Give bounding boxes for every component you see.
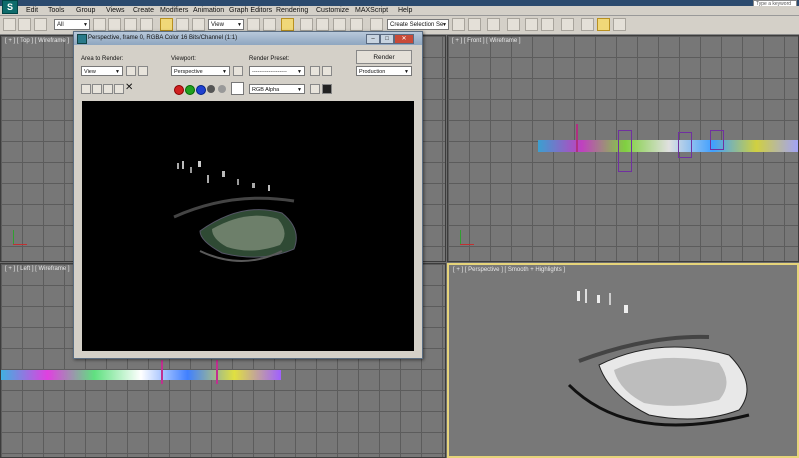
blue-channel-toggle[interactable] [196,85,206,95]
lock-viewport-icon[interactable] [233,66,243,76]
rotate-icon[interactable] [176,18,189,31]
viewport-label: Viewport: [171,56,196,62]
viewport-top-label[interactable]: [ + ] [ Top ] [ Wireframe ] [5,38,69,44]
save-image-icon[interactable] [81,84,91,94]
rect-selection-icon[interactable] [124,18,137,31]
left-scene-tower [161,360,163,384]
edit-region-icon[interactable] [126,66,136,76]
minimize-button[interactable]: – [366,34,380,44]
menu-maxscript[interactable]: MAXScript [355,6,388,15]
auto-region-icon[interactable] [138,66,148,76]
display-channel-dropdown[interactable]: RGB Alpha ▼ [249,84,305,94]
select-manipulate-icon[interactable] [263,18,276,31]
menu-modifiers[interactable]: Modifiers [160,6,188,15]
snap-toggle-icon[interactable] [300,18,313,31]
green-channel-toggle[interactable] [185,85,195,95]
graphite-tools-icon[interactable] [507,18,520,31]
menu-create[interactable]: Create [133,6,154,15]
monochrome-toggle[interactable] [218,85,226,93]
menu-help[interactable]: Help [398,6,412,15]
environment-icon[interactable] [322,66,332,76]
render-preset-label: Render Preset: [249,56,290,62]
angle-snap-icon[interactable] [316,18,329,31]
perspective-scene [567,289,750,427]
schematic-view-icon[interactable] [541,18,554,31]
curve-editor-icon[interactable] [525,18,538,31]
align-icon[interactable] [468,18,481,31]
axis-y-icon [13,230,14,244]
render-canvas[interactable] [82,101,414,351]
render-button[interactable]: Render [356,50,412,64]
edit-named-selection-icon[interactable] [370,18,383,31]
menu-edit[interactable]: Edit [26,6,38,15]
reference-coordinate-dropdown[interactable]: View ▼ [208,19,244,30]
render-production-icon[interactable] [613,18,626,31]
viewport-perspective[interactable]: [ + ] [ Perspective ] [ Smooth + Highlig… [447,263,799,458]
toggle-ui-icon[interactable] [322,84,332,94]
menu-tools[interactable]: Tools [48,6,64,15]
dialog-title-bar[interactable]: Perspective, frame 0, RGBA Color 16 Bits… [74,32,422,45]
front-scene-frame-2 [678,132,692,158]
mirror-icon[interactable] [452,18,465,31]
select-by-name-icon[interactable] [108,18,121,31]
viewport-front-label[interactable]: [ + ] [ Front ] [ Wireframe ] [452,38,521,44]
spinner-snap-icon[interactable] [350,18,363,31]
menu-customize[interactable]: Customize [316,6,349,15]
window-crossing-icon[interactable] [140,18,153,31]
undo-icon[interactable] [3,18,16,31]
menu-views[interactable]: Views [106,6,125,15]
alpha-channel-toggle[interactable] [207,85,215,93]
app-logo-icon[interactable]: S [2,0,18,14]
named-selection-dropdown[interactable]: Create Selection Se ▼ [387,19,449,30]
copy-image-icon[interactable] [92,84,102,94]
render-frame-icon [77,34,87,44]
viewport-left-label[interactable]: [ + ] [ Left ] [ Wireframe ] [5,266,70,272]
front-scene-frame [618,130,632,172]
viewport-front[interactable]: [ + ] [ Front ] [ Wireframe ] [447,35,799,262]
close-button[interactable]: ✕ [394,34,414,44]
dialog-title: Perspective, frame 0, RGBA Color 16 Bits… [88,35,238,41]
maximize-button[interactable]: □ [380,34,394,44]
render-preset-dropdown[interactable]: ------------------- ▼ [249,66,305,76]
area-to-render-label: Area to Render: [81,56,124,62]
axis-x-icon [460,244,474,245]
red-channel-toggle[interactable] [174,85,184,95]
select-object-icon[interactable] [93,18,106,31]
left-scene-tower-2 [216,360,218,384]
rendered-frame-window[interactable]: Perspective, frame 0, RGBA Color 16 Bits… [73,31,423,359]
menu-group[interactable]: Group [76,6,95,15]
left-scene-geometry [1,370,281,380]
layer-manager-icon[interactable] [487,18,500,31]
menu-graph-editors[interactable]: Graph Editors [229,6,272,15]
move-icon[interactable] [160,18,173,31]
percent-snap-icon[interactable] [333,18,346,31]
front-scene-frame-3 [710,130,724,150]
menu-animation[interactable]: Animation [193,6,224,15]
axis-x-icon [13,244,27,245]
clone-window-icon[interactable] [103,84,113,94]
keyboard-shortcut-icon[interactable] [281,18,294,31]
print-image-icon[interactable] [114,84,124,94]
rendered-scene [173,161,297,262]
selection-filter-dropdown[interactable]: All ▼ [54,19,90,30]
rendered-frame-window-icon[interactable] [597,18,610,31]
axis-y-icon [460,230,461,244]
menu-bar: Edit Tools Group Views Create Modifiers … [0,6,799,16]
front-scene-tower [576,124,578,152]
scale-icon[interactable] [192,18,205,31]
unlink-icon[interactable] [34,18,47,31]
material-editor-icon[interactable] [561,18,574,31]
pivot-icon[interactable] [247,18,260,31]
render-setup-icon[interactable] [581,18,594,31]
menu-rendering[interactable]: Rendering [276,6,308,15]
render-setup-icon[interactable] [310,66,320,76]
production-dropdown[interactable]: Production ▼ [356,66,412,76]
link-icon[interactable] [18,18,31,31]
clear-color-swatch[interactable] [231,82,244,95]
clear-image-icon[interactable]: ✕ [125,82,133,93]
viewport-dropdown[interactable]: Perspective ▼ [171,66,230,76]
area-to-render-dropdown[interactable]: View ▼ [81,66,123,76]
toggle-ui-overlay-icon[interactable] [310,84,320,94]
